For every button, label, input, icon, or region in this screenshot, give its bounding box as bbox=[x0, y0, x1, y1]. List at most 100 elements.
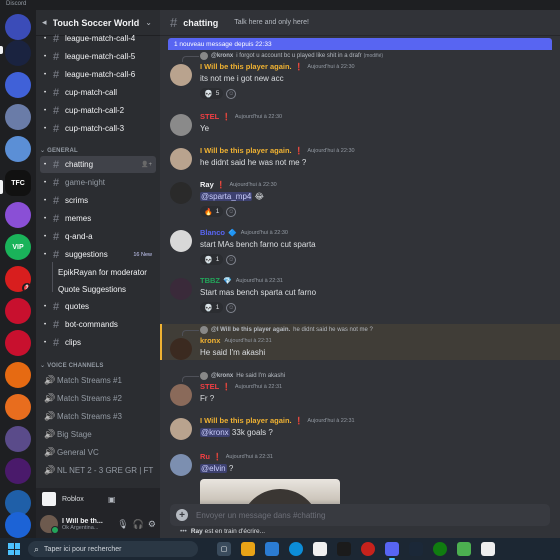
app-icon[interactable] bbox=[337, 542, 351, 556]
server-icon[interactable] bbox=[5, 136, 31, 162]
author-avatar[interactable] bbox=[170, 384, 192, 406]
author-avatar[interactable] bbox=[170, 454, 192, 476]
author-name[interactable]: STEL bbox=[200, 382, 219, 391]
server-icon[interactable] bbox=[5, 458, 31, 484]
user-info[interactable]: I Will be th... Ok Argentina... bbox=[62, 518, 113, 531]
file-explorer-icon[interactable] bbox=[241, 542, 255, 556]
server-icon[interactable]: VIP bbox=[5, 234, 31, 260]
thread-item[interactable]: Quote Suggestions bbox=[58, 281, 156, 298]
reaction-button[interactable]: 💀 1 bbox=[200, 254, 224, 265]
add-reaction-icon[interactable]: ☺ bbox=[226, 302, 237, 313]
channel-cup-match-call[interactable]: • # cup-match-call bbox=[40, 84, 156, 101]
reaction-button[interactable]: 💀 5 bbox=[200, 88, 224, 99]
voice-channel-big-stage[interactable]: 🔊 Big Stage bbox=[40, 426, 156, 443]
headphones-icon[interactable]: 🎧 bbox=[133, 519, 144, 530]
author-avatar[interactable] bbox=[170, 338, 192, 360]
add-attachment-icon[interactable]: + bbox=[176, 509, 188, 521]
channel-topic[interactable]: Talk here and only here! bbox=[234, 19, 309, 26]
channel-league-match-call-5[interactable]: • # league-match-call-5 bbox=[40, 48, 156, 65]
mail-icon[interactable] bbox=[265, 542, 279, 556]
back-arrow-icon[interactable]: ◂ bbox=[42, 17, 47, 28]
channel-chatting[interactable]: • # chatting 👤+ bbox=[40, 156, 156, 173]
voice-channel-nl-net-2-3-gre-gr-ft[interactable]: 🔊 NL NET 2 - 3 GRE GR | FT bbox=[40, 462, 156, 479]
add-member-icon[interactable]: 👤+ bbox=[141, 161, 152, 168]
steam-icon[interactable] bbox=[409, 542, 423, 556]
screen-share-icon[interactable]: ▣ bbox=[108, 495, 154, 504]
thread-item[interactable]: EpikRayan for moderator bbox=[58, 264, 156, 281]
author-name[interactable]: Ru bbox=[200, 452, 210, 461]
user-mention[interactable]: @kronx bbox=[200, 428, 230, 437]
voice-channel-match-streams-2[interactable]: 🔊 Match Streams #2 bbox=[40, 390, 156, 407]
channel-bot-commands[interactable]: • # bot-commands bbox=[40, 316, 156, 333]
server-icon[interactable] bbox=[5, 362, 31, 388]
microphone-icon[interactable]: 🎙 bbox=[117, 519, 128, 530]
author-name[interactable]: I Will be this player again. bbox=[200, 146, 292, 155]
category-general[interactable]: ⌄ GENERAL bbox=[40, 147, 78, 154]
roblox-taskbar-icon[interactable] bbox=[481, 542, 495, 556]
store-icon[interactable] bbox=[313, 542, 327, 556]
channel-clips[interactable]: • # clips bbox=[40, 334, 156, 351]
edge-browser-icon[interactable] bbox=[289, 542, 303, 556]
reply-preview[interactable]: @I Will be this player again. he didnt sa… bbox=[182, 326, 373, 336]
author-name[interactable]: I Will be this player again. bbox=[200, 62, 292, 71]
discover-servers-icon[interactable] bbox=[5, 512, 31, 538]
server-icon[interactable] bbox=[5, 104, 31, 130]
server-icon[interactable]: TFC bbox=[5, 170, 31, 196]
author-avatar[interactable] bbox=[170, 148, 192, 170]
settings-gear-icon[interactable]: ⚙ bbox=[148, 519, 156, 530]
channel-game-night[interactable]: • # game-night bbox=[40, 174, 156, 191]
game-icon[interactable] bbox=[457, 542, 471, 556]
author-name[interactable]: TBBZ bbox=[200, 276, 220, 285]
author-avatar[interactable] bbox=[170, 230, 192, 252]
reply-preview[interactable]: @kronx i forgot u account bc u played lik… bbox=[181, 52, 383, 62]
author-name[interactable]: kronx bbox=[200, 336, 220, 345]
author-avatar[interactable] bbox=[170, 114, 192, 136]
user-mention[interactable]: @sparta_mp4 bbox=[200, 192, 253, 201]
reply-preview[interactable]: @kronx He said I'm akashi bbox=[181, 372, 285, 382]
author-avatar[interactable] bbox=[170, 64, 192, 86]
voice-channel-general-vc[interactable]: 🔊 General VC bbox=[40, 444, 156, 461]
voice-channel-match-streams-3[interactable]: 🔊 Match Streams #3 bbox=[40, 408, 156, 425]
server-icon[interactable] bbox=[5, 40, 31, 66]
add-reaction-icon[interactable]: ☺ bbox=[226, 88, 237, 99]
channel-league-match-call-4[interactable]: • # league-match-call-4 bbox=[40, 30, 156, 47]
author-name[interactable]: Blanco bbox=[200, 228, 225, 237]
channel-cup-match-call-3[interactable]: • # cup-match-call-3 bbox=[40, 120, 156, 137]
activity-panel[interactable]: Roblox ▣ bbox=[36, 488, 160, 510]
reaction-button[interactable]: 🔥 1 bbox=[200, 206, 224, 217]
server-icon[interactable] bbox=[5, 426, 31, 452]
channel-quotes[interactable]: • # quotes bbox=[40, 298, 156, 315]
opera-icon[interactable] bbox=[361, 542, 375, 556]
channel-suggestions[interactable]: • # suggestions 16 New bbox=[40, 246, 156, 263]
discord-icon[interactable] bbox=[385, 542, 399, 560]
taskbar-search[interactable]: ⌕ Taper ici pour rechercher bbox=[28, 541, 198, 557]
home-server-icon[interactable] bbox=[5, 14, 31, 40]
user-mention[interactable]: @elvin bbox=[200, 464, 227, 473]
xbox-icon[interactable] bbox=[433, 542, 447, 556]
channel-q-and-a[interactable]: • # q-and-a bbox=[40, 228, 156, 245]
author-name[interactable]: Ray bbox=[200, 180, 214, 189]
channel-league-match-call-6[interactable]: • # league-match-call-6 bbox=[40, 66, 156, 83]
channel-scrims[interactable]: • # scrims bbox=[40, 192, 156, 209]
new-messages-bar[interactable]: 1 nouveau message depuis 22:33 bbox=[168, 38, 552, 50]
server-icon[interactable]: 1 bbox=[5, 266, 31, 292]
server-icon[interactable] bbox=[5, 202, 31, 228]
channel-memes[interactable]: • # memes bbox=[40, 210, 156, 227]
author-avatar[interactable] bbox=[170, 418, 192, 440]
server-icon[interactable] bbox=[5, 298, 31, 324]
windows-start-icon[interactable] bbox=[8, 543, 20, 555]
voice-channel-match-streams-1[interactable]: 🔊 Match Streams #1 bbox=[40, 372, 156, 389]
author-name[interactable]: STEL bbox=[200, 112, 219, 121]
task-view-icon[interactable]: ▢ bbox=[217, 542, 231, 556]
server-icon[interactable] bbox=[5, 394, 31, 420]
channel-cup-match-call-2[interactable]: • # cup-match-call-2 bbox=[40, 102, 156, 119]
add-reaction-icon[interactable]: ☺ bbox=[226, 206, 237, 217]
reaction-button[interactable]: 💀 1 bbox=[200, 302, 224, 313]
user-avatar[interactable] bbox=[40, 515, 59, 534]
author-avatar[interactable] bbox=[170, 182, 192, 204]
author-avatar[interactable] bbox=[170, 278, 192, 300]
message-input[interactable] bbox=[196, 510, 544, 520]
server-icon[interactable] bbox=[5, 330, 31, 356]
chevron-down-icon[interactable]: ⌄ bbox=[145, 18, 152, 27]
category-voice[interactable]: ⌄ VOICE CHANNELS bbox=[40, 362, 104, 369]
